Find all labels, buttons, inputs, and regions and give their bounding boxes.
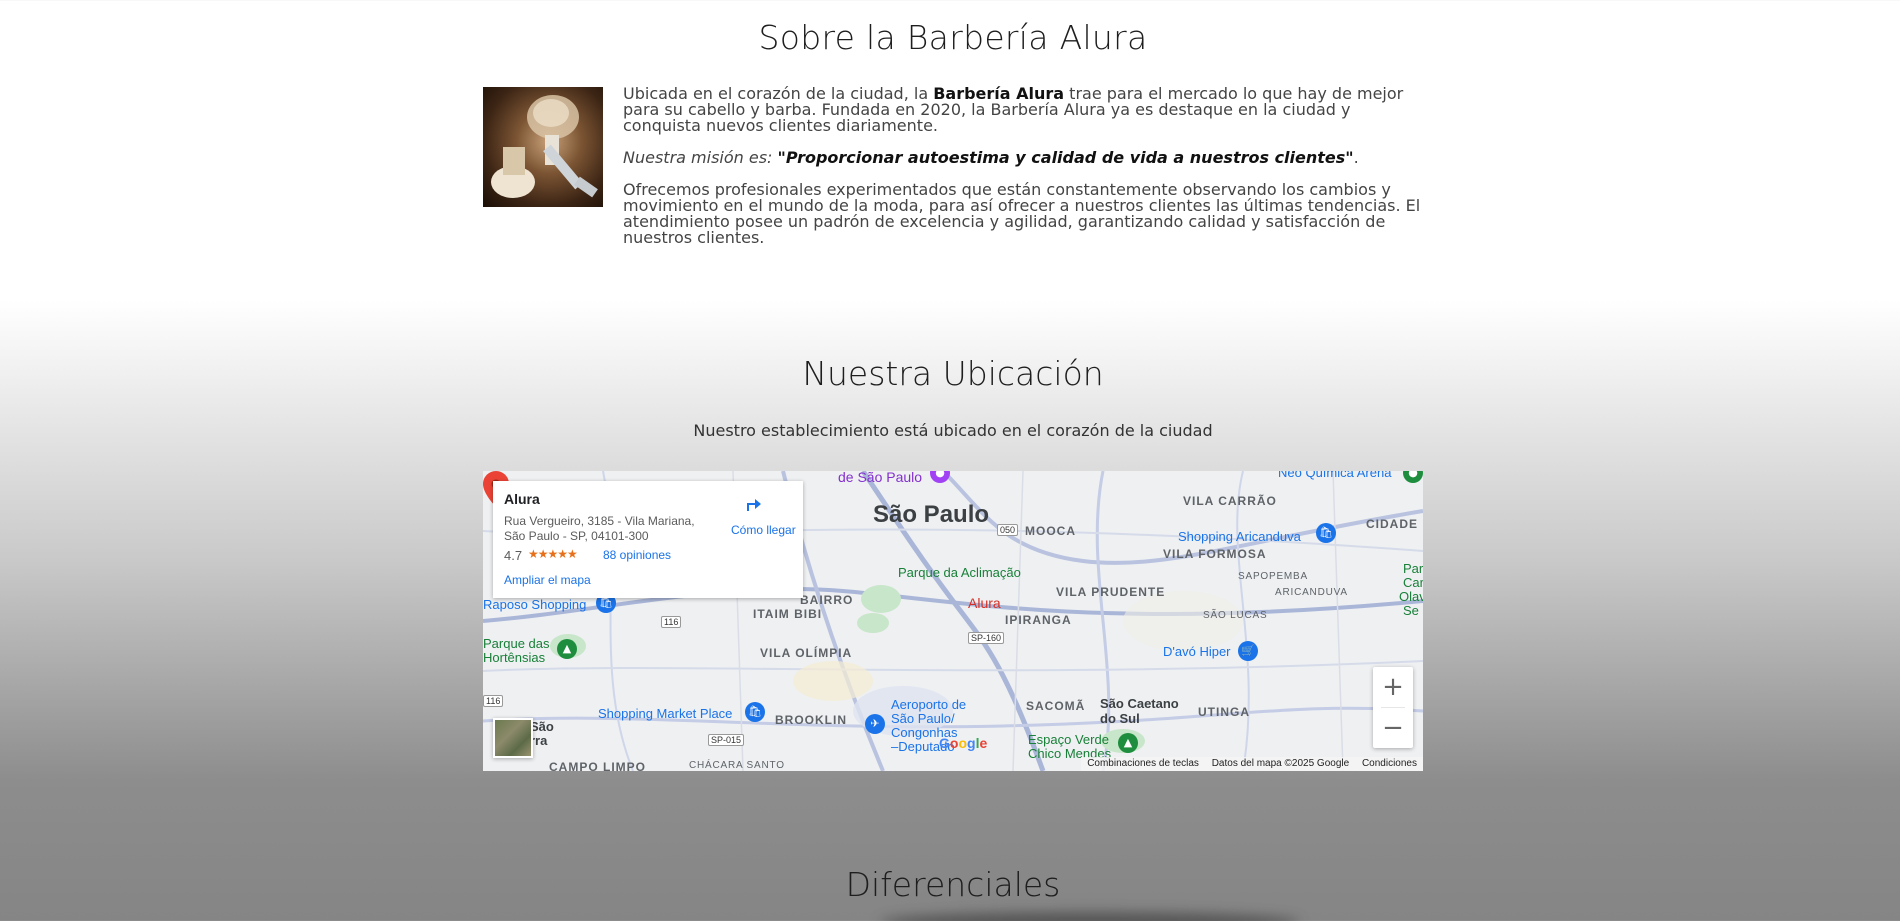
about-paragraph-3: Ofrecemos profesionales experimentados q…: [623, 180, 1421, 247]
route-116-b: 116: [483, 695, 504, 707]
map-label-sao-caetano-2: do Sul: [1100, 711, 1140, 726]
poi-shopping-bag-icon[interactable]: 🛍: [1316, 523, 1336, 543]
about-text: Ubicada en el corazón de la ciudad, la B…: [483, 86, 1423, 262]
zoom-out-button[interactable]: −: [1373, 708, 1413, 748]
about-section: Sobre la Barbería Alura Ubicada en el co…: [483, 0, 1423, 300]
map-label-raposo: Raposo Shopping: [483, 597, 587, 612]
map-label-neo-quimica: Neo Química Arena: [1278, 471, 1392, 480]
route-sp015: SP-015: [708, 734, 745, 746]
reviews-link[interactable]: 88 opiniones: [603, 548, 671, 562]
map-label-sapopemba: SAPOPEMBA: [1238, 571, 1308, 582]
keyboard-shortcuts-link[interactable]: Combinaciones de teclas: [1087, 758, 1199, 769]
directions-icon[interactable]: [743, 493, 763, 513]
mission-quote: "Proporcionar autoestima y calidad de vi…: [777, 148, 1354, 167]
map-label-sao-short: São: [530, 719, 554, 734]
route-116-a: 116: [661, 616, 682, 628]
map-label-vila-formosa: VILA FORMOSA: [1163, 547, 1267, 561]
map-label-campo-limpo: CAMPO LIMPO: [549, 760, 646, 771]
map-label-shopping-market: Shopping Market Place: [598, 706, 733, 721]
map-label-parc: Parc: [1403, 561, 1423, 576]
map-label-de-sao-paulo: de São Paulo: [838, 471, 923, 485]
map-label-mooca: MOOCA: [1025, 524, 1076, 538]
map-label-chacara: CHÁCARA SANTO: [689, 760, 785, 771]
location-title: Nuestra Ubicación: [802, 354, 1104, 393]
terms-link[interactable]: Condiciones: [1362, 758, 1417, 769]
map-pin-label: Alura: [968, 595, 1001, 611]
about-title: Sobre la Barbería Alura: [758, 18, 1148, 57]
poi-cart-icon[interactable]: 🛒: [1238, 641, 1258, 661]
map-label-shopping-aricanduva: Shopping Aricanduva: [1178, 529, 1301, 544]
map-data-text: Datos del mapa ©2025 Google: [1211, 758, 1350, 769]
map-label-sao-caetano-1: São Caetano: [1100, 696, 1179, 711]
map-label-vila-prudente: VILA PRUDENTE: [1056, 585, 1166, 599]
place-address: Rua Vergueiro, 3185 - Vila Mariana, São …: [504, 514, 695, 543]
map-label-aeroporto-1: Aeroporto de: [891, 697, 967, 712]
satellite-toggle[interactable]: [493, 718, 533, 758]
map-label-bairro: BAIRRO: [800, 593, 854, 607]
map-label-parque-hortensias-2: Hortênsias: [483, 650, 546, 665]
differentials-image-shadow: [880, 912, 1300, 921]
map-label-itaim-bibi: ITAIM BIBI: [753, 607, 823, 621]
route-050: 050: [997, 524, 1019, 536]
map-label-car: Car: [1403, 575, 1423, 590]
poi-park-icon[interactable]: ▲: [557, 639, 577, 659]
map-label-aeroporto-2: São Paulo/: [891, 711, 955, 726]
map-label-davo: D'avó Hiper: [1163, 644, 1231, 659]
map-label-sao-lucas: SÃO LUCAS: [1203, 610, 1268, 621]
mission-end: .: [1353, 148, 1359, 167]
rating-stars-icon: ★★★★★: [528, 547, 578, 561]
place-info-card: Alura Rua Vergueiro, 3185 - Vila Mariana…: [493, 481, 803, 598]
map-label-cidade-l: CIDADE L: [1366, 517, 1423, 531]
embedded-map[interactable]: de São Paulo ● São Paulo 050 MOOCA VILA …: [483, 471, 1423, 771]
google-logo: Google: [939, 735, 988, 751]
mission-label: Nuestra misión es:: [623, 148, 778, 167]
zoom-controls: + −: [1373, 667, 1413, 748]
place-name: Alura: [504, 491, 540, 507]
location-subtitle: Nuestro establecimiento está ubicado en …: [693, 421, 1213, 440]
map-label-olavo: Olavo: [1399, 589, 1423, 604]
map-label-vila-carrao: VILA CARRÃO: [1183, 494, 1277, 508]
zoom-in-button[interactable]: +: [1373, 667, 1413, 707]
differentials-title: Diferenciales: [845, 865, 1061, 904]
directions-link[interactable]: Cómo llegar: [731, 523, 796, 537]
poi-shopping-market-icon[interactable]: 🛍: [745, 702, 765, 722]
enlarge-map-link[interactable]: Ampliar el mapa: [504, 573, 591, 587]
map-label-se: Se: [1403, 603, 1419, 618]
map-label-parque-hortensias-1: Parque das: [483, 636, 550, 651]
map-attribution: Combinaciones de teclas Datos del mapa ©…: [1081, 757, 1423, 771]
map-label-utinga: UTINGA: [1198, 705, 1250, 719]
place-rating: 4.7: [504, 548, 523, 563]
poi-park-chico-icon[interactable]: ▲: [1118, 733, 1138, 753]
map-label-ipiranga: IPIRANGA: [1005, 613, 1072, 627]
map-label-parque-aclimacao: Parque da Aclimação: [898, 565, 1021, 580]
map-label-vila-olimpia: VILA OLÍMPIA: [760, 646, 853, 660]
map-label-aricanduva: ARICANDUVA: [1275, 587, 1348, 598]
airport-icon[interactable]: ✈: [865, 714, 885, 734]
map-label-sao-paulo: São Paulo: [873, 501, 990, 528]
map-label-sacoma: SACOMÃ: [1026, 699, 1086, 713]
map-label-brooklin: BROOKLIN: [775, 713, 847, 727]
route-sp160: SP-160: [968, 632, 1005, 644]
map-label-espaco-verde-1: Espaço Verde: [1028, 732, 1109, 747]
